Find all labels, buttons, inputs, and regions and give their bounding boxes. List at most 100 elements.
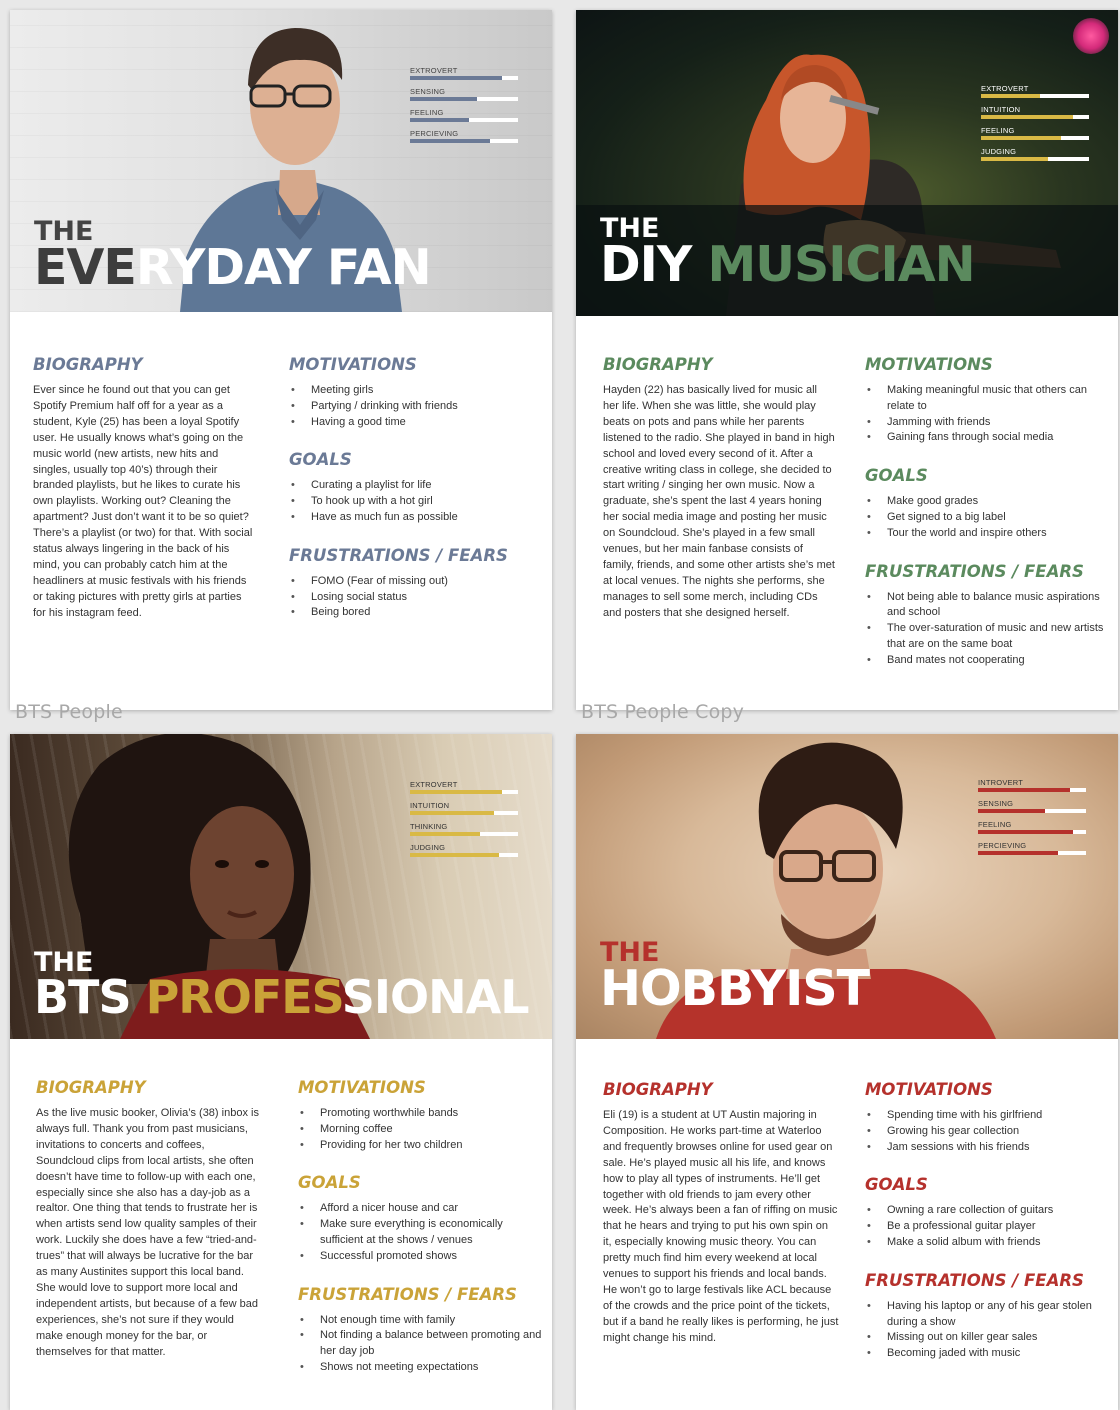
trait-fill bbox=[978, 809, 1045, 813]
personality-traits: EXTROVERT INTUITION FEELING JUDGING bbox=[981, 84, 1091, 168]
persona-card-diy-musician[interactable]: EXTROVERT INTUITION FEELING JUDGING THE … bbox=[576, 10, 1118, 710]
trait-row: FEELING bbox=[978, 820, 1088, 841]
motivations-heading: MOTIVATIONS bbox=[289, 355, 417, 374]
list-item: Losing social status bbox=[289, 590, 539, 606]
list-item: Providing for her two children bbox=[298, 1138, 542, 1154]
list-item: Partying / drinking with friends bbox=[289, 399, 539, 415]
motivations-list: Spending time with his girlfriend Growin… bbox=[865, 1108, 1110, 1155]
fears-heading: FRUSTRATIONS / FEARS bbox=[865, 561, 1084, 581]
title-part-dark: EVE bbox=[34, 239, 137, 296]
hero-photo: INTROVERT SENSING FEELING PERCIEVING THE… bbox=[576, 734, 1118, 1039]
trait-fill bbox=[978, 788, 1070, 792]
list-item: Successful promoted shows bbox=[298, 1249, 542, 1265]
personality-traits: EXTROVERT INTUITION THINKING JUDGING bbox=[410, 780, 520, 864]
trait-row: PERCIEVING bbox=[978, 841, 1088, 862]
title-part-fan: FAN bbox=[326, 239, 432, 296]
trait-fill bbox=[978, 830, 1074, 834]
trait-label: FEELING bbox=[978, 820, 1012, 829]
motivations-heading: MOTIVATIONS bbox=[865, 1080, 993, 1099]
artboard-label-bts-people-copy[interactable]: BTS People Copy bbox=[581, 701, 744, 723]
goals-list: Curating a playlist for life To hook up … bbox=[289, 478, 539, 525]
hero-photo: EXTROVERT SENSING FEELING PERCIEVING THE… bbox=[10, 10, 552, 312]
goals-list: Afford a nicer house and car Make sure e… bbox=[298, 1201, 542, 1264]
list-item: Make sure everything is economically suf… bbox=[298, 1217, 542, 1249]
motivations-list: Meeting girls Partying / drinking with f… bbox=[289, 383, 539, 430]
motivations-heading: MOTIVATIONS bbox=[298, 1078, 426, 1097]
trait-fill bbox=[410, 76, 502, 80]
trait-row: EXTROVERT bbox=[981, 84, 1091, 105]
list-item: To hook up with a hot girl bbox=[289, 494, 539, 510]
list-item: Make a solid album with friends bbox=[865, 1235, 1110, 1251]
title-part-diy: DIY bbox=[600, 236, 692, 293]
list-item: Curating a playlist for life bbox=[289, 478, 539, 494]
trait-row: SENSING bbox=[978, 799, 1088, 820]
fears-heading: FRUSTRATIONS / FEARS bbox=[865, 1270, 1084, 1290]
trait-fill bbox=[981, 115, 1073, 119]
list-item: Having his laptop or any of his gear sto… bbox=[865, 1299, 1110, 1331]
details-column: MOTIVATIONS Spending time with his girlf… bbox=[865, 1080, 1110, 1382]
trait-label: JUDGING bbox=[410, 843, 446, 852]
fears-heading: FRUSTRATIONS / FEARS bbox=[289, 545, 508, 565]
personality-traits: INTROVERT SENSING FEELING PERCIEVING bbox=[978, 778, 1088, 862]
biography-text: Ever since he found out that you can get… bbox=[33, 384, 253, 619]
list-item: Promoting worthwhile bands bbox=[298, 1106, 542, 1122]
list-item: Get signed to a big label bbox=[865, 510, 1110, 526]
list-item: Not being able to balance music aspirati… bbox=[865, 590, 1110, 622]
list-item: Make good grades bbox=[865, 494, 1110, 510]
goals-heading: GOALS bbox=[865, 466, 928, 486]
list-item: Making meaningful music that others can … bbox=[865, 383, 1110, 415]
list-item: Band mates not cooperating bbox=[865, 653, 1110, 669]
goals-list: Make good grades Get signed to a big lab… bbox=[865, 494, 1110, 541]
trait-label: PERCIEVING bbox=[978, 841, 1027, 850]
list-item: Spending time with his girlfriend bbox=[865, 1108, 1110, 1124]
details-column: MOTIVATIONS Meeting girls Partying / dri… bbox=[289, 355, 539, 641]
artboard-label-bts-people[interactable]: BTS People bbox=[15, 701, 123, 723]
list-item: Missing out on killer gear sales bbox=[865, 1330, 1110, 1346]
fears-list: Having his laptop or any of his gear sto… bbox=[865, 1299, 1110, 1362]
hero-photo: EXTROVERT INTUITION FEELING JUDGING THE … bbox=[576, 10, 1118, 316]
trait-fill bbox=[981, 136, 1061, 140]
trait-row: JUDGING bbox=[410, 843, 520, 864]
list-item: Being bored bbox=[289, 605, 539, 621]
trait-label: PERCIEVING bbox=[410, 129, 459, 138]
biography-text: Eli (19) is a student at UT Austin major… bbox=[603, 1109, 839, 1344]
biography-column: BIOGRAPHY As the live music booker, Oliv… bbox=[36, 1078, 262, 1361]
goals-heading: GOALS bbox=[289, 450, 352, 470]
trait-fill bbox=[981, 94, 1041, 98]
title-part-sional: SIONAL bbox=[341, 970, 530, 1024]
biography-heading: BIOGRAPHY bbox=[36, 1078, 146, 1097]
list-item: Growing his gear collection bbox=[865, 1124, 1110, 1140]
trait-row: EXTROVERT bbox=[410, 780, 520, 801]
trait-row: JUDGING bbox=[981, 147, 1091, 168]
trait-label: EXTROVERT bbox=[981, 84, 1029, 93]
trait-label: INTUITION bbox=[981, 105, 1021, 114]
persona-card-bts-professional[interactable]: EXTROVERT INTUITION THINKING JUDGING THE… bbox=[10, 734, 552, 1410]
biography-text: Hayden (22) has basically lived for musi… bbox=[603, 384, 835, 619]
persona-card-everyday-fan[interactable]: EXTROVERT SENSING FEELING PERCIEVING THE… bbox=[10, 10, 552, 710]
trait-row: THINKING bbox=[410, 822, 520, 843]
list-item: Not enough time with family bbox=[298, 1313, 542, 1329]
details-column: MOTIVATIONS Making meaningful music that… bbox=[865, 355, 1110, 689]
trait-label: SENSING bbox=[978, 799, 1014, 808]
biography-heading: BIOGRAPHY bbox=[603, 355, 713, 374]
list-item: Owning a rare collection of guitars bbox=[865, 1203, 1110, 1219]
trait-row: INTUITION bbox=[410, 801, 520, 822]
list-item: Tour the world and inspire others bbox=[865, 526, 1110, 542]
trait-row: EXTROVERT bbox=[410, 66, 520, 87]
trait-fill bbox=[410, 139, 490, 143]
title-part-musician: MUSICIAN bbox=[707, 236, 975, 293]
list-item: Be a professional guitar player bbox=[865, 1219, 1110, 1235]
persona-title: THE HOBBYIST bbox=[600, 939, 870, 1017]
biography-heading: BIOGRAPHY bbox=[603, 1080, 713, 1099]
trait-fill bbox=[981, 157, 1048, 161]
trait-fill bbox=[410, 97, 477, 101]
title-part-profes: PROFES bbox=[145, 970, 343, 1024]
trait-label: THINKING bbox=[410, 822, 448, 831]
biography-column: BIOGRAPHY Eli (19) is a student at UT Au… bbox=[603, 1080, 839, 1347]
persona-card-hobbyist[interactable]: INTROVERT SENSING FEELING PERCIEVING THE… bbox=[576, 734, 1118, 1410]
trait-label: SENSING bbox=[410, 87, 446, 96]
biography-heading: BIOGRAPHY bbox=[33, 355, 143, 374]
trait-label: EXTROVERT bbox=[410, 66, 458, 75]
list-item: Shows not meeting expectations bbox=[298, 1360, 542, 1376]
title-part-hobbyist: HOBBYIST bbox=[600, 960, 870, 1017]
